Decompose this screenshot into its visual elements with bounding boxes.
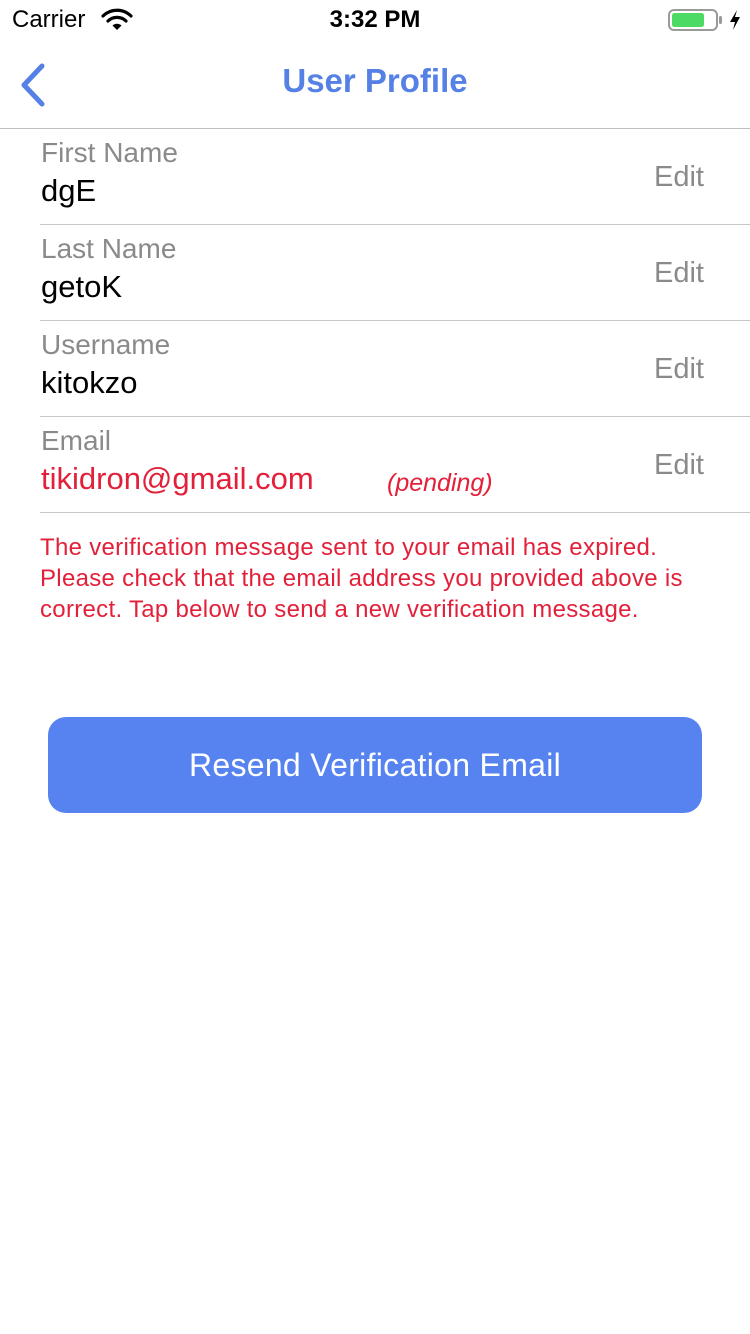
first-name-label: First Name bbox=[41, 137, 178, 168]
last-name-label: Last Name bbox=[41, 233, 177, 264]
username-label: Username bbox=[41, 329, 171, 360]
edit-username-button[interactable]: Edit bbox=[654, 353, 704, 386]
navigation-bar: User Profile bbox=[0, 40, 750, 129]
email-label: Email bbox=[41, 425, 112, 456]
charging-icon bbox=[728, 8, 742, 32]
edit-email-button[interactable]: Edit bbox=[654, 449, 704, 482]
profile-list: First Name dgE Edit Last Name getoK Edit… bbox=[40, 129, 750, 513]
email-row: Email tikidron@gmail.com (pending) Edit bbox=[40, 417, 750, 513]
resend-verification-email-button[interactable]: Resend Verification Email bbox=[48, 717, 702, 813]
edit-first-name-button[interactable]: Edit bbox=[654, 161, 704, 194]
first-name-row: First Name dgE Edit bbox=[40, 129, 750, 225]
status-bar: Carrier 3:32 PM bbox=[0, 0, 750, 40]
username-value: kitokzo bbox=[41, 365, 138, 400]
battery-icon bbox=[668, 8, 724, 32]
edit-last-name-button[interactable]: Edit bbox=[654, 257, 704, 290]
page-title: User Profile bbox=[282, 62, 468, 99]
verification-expired-message: The verification message sent to your em… bbox=[40, 534, 683, 623]
first-name-value: dgE bbox=[41, 173, 97, 208]
username-row: Username kitokzo Edit bbox=[40, 321, 750, 417]
email-pending-status: (pending) bbox=[387, 469, 493, 497]
last-name-row: Last Name getoK Edit bbox=[40, 225, 750, 321]
status-time: 3:32 PM bbox=[329, 6, 421, 33]
last-name-value: getoK bbox=[41, 269, 123, 304]
email-value: tikidron@gmail.com bbox=[41, 461, 314, 496]
